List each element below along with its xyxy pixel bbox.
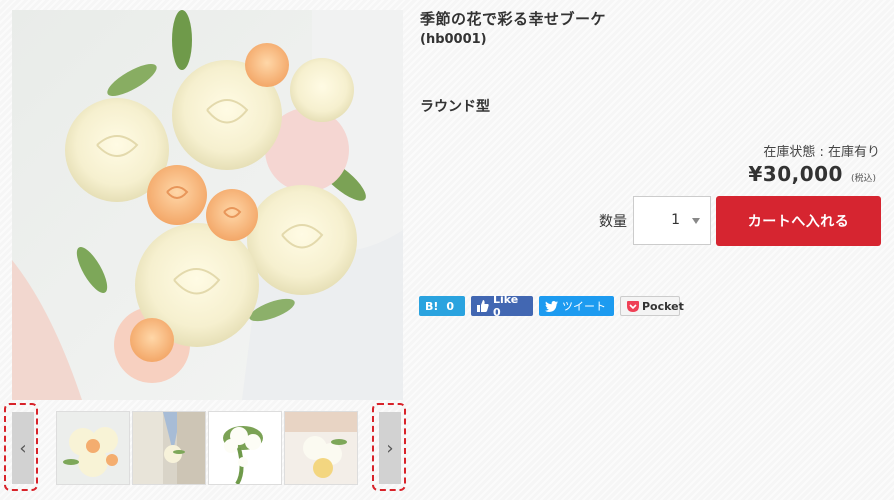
stock-status: 在庫状態 : 在庫有り	[763, 145, 880, 160]
pocket-label: Pocket	[642, 299, 684, 313]
pocket-button[interactable]: Pocket	[620, 296, 684, 316]
price-row: ¥30,000 (税込)	[748, 162, 876, 186]
chevron-left-icon: ‹	[19, 437, 27, 459]
twitter-tweet-button[interactable]: ツイート	[539, 296, 614, 316]
thumbs-up-icon	[477, 300, 489, 312]
thumbnail-4[interactable]	[284, 411, 358, 485]
hatena-label: B!	[425, 299, 439, 313]
twitter-label: ツイート	[562, 300, 606, 313]
thumbnail-strip: ‹ ›	[0, 403, 410, 495]
hatena-bookmark-button[interactable]: B! 0	[419, 296, 465, 316]
quantity-label: 数量	[599, 214, 627, 230]
tax-note: (税込)	[850, 174, 876, 184]
price: ¥30,000	[748, 162, 843, 186]
quantity-value: 1	[671, 212, 680, 228]
quantity-select[interactable]: 1	[633, 196, 711, 245]
hatena-count: 0	[446, 299, 455, 313]
main-product-image	[12, 10, 403, 400]
product-shape: ラウンド型	[420, 99, 490, 115]
facebook-like-label: Like 0	[493, 293, 519, 319]
gallery-prev-button[interactable]: ‹	[12, 412, 34, 484]
thumbnail-3[interactable]	[208, 411, 282, 485]
add-to-cart-button[interactable]: カートへ入れる	[716, 196, 881, 246]
twitter-bird-icon	[545, 300, 558, 312]
product-code: (hb0001)	[420, 32, 487, 47]
gallery-next-button[interactable]: ›	[379, 412, 401, 484]
chevron-right-icon: ›	[386, 437, 394, 459]
facebook-like-button[interactable]: Like 0	[471, 293, 533, 319]
caret-down-icon	[692, 218, 700, 224]
thumbnail-2[interactable]	[132, 411, 206, 485]
pocket-icon	[627, 300, 639, 312]
thumbnail-1[interactable]	[56, 411, 130, 485]
share-buttons: B! 0 Like 0 ツイート Pocket	[419, 293, 684, 319]
product-title: 季節の花で彩る幸せブーケ	[420, 10, 607, 28]
